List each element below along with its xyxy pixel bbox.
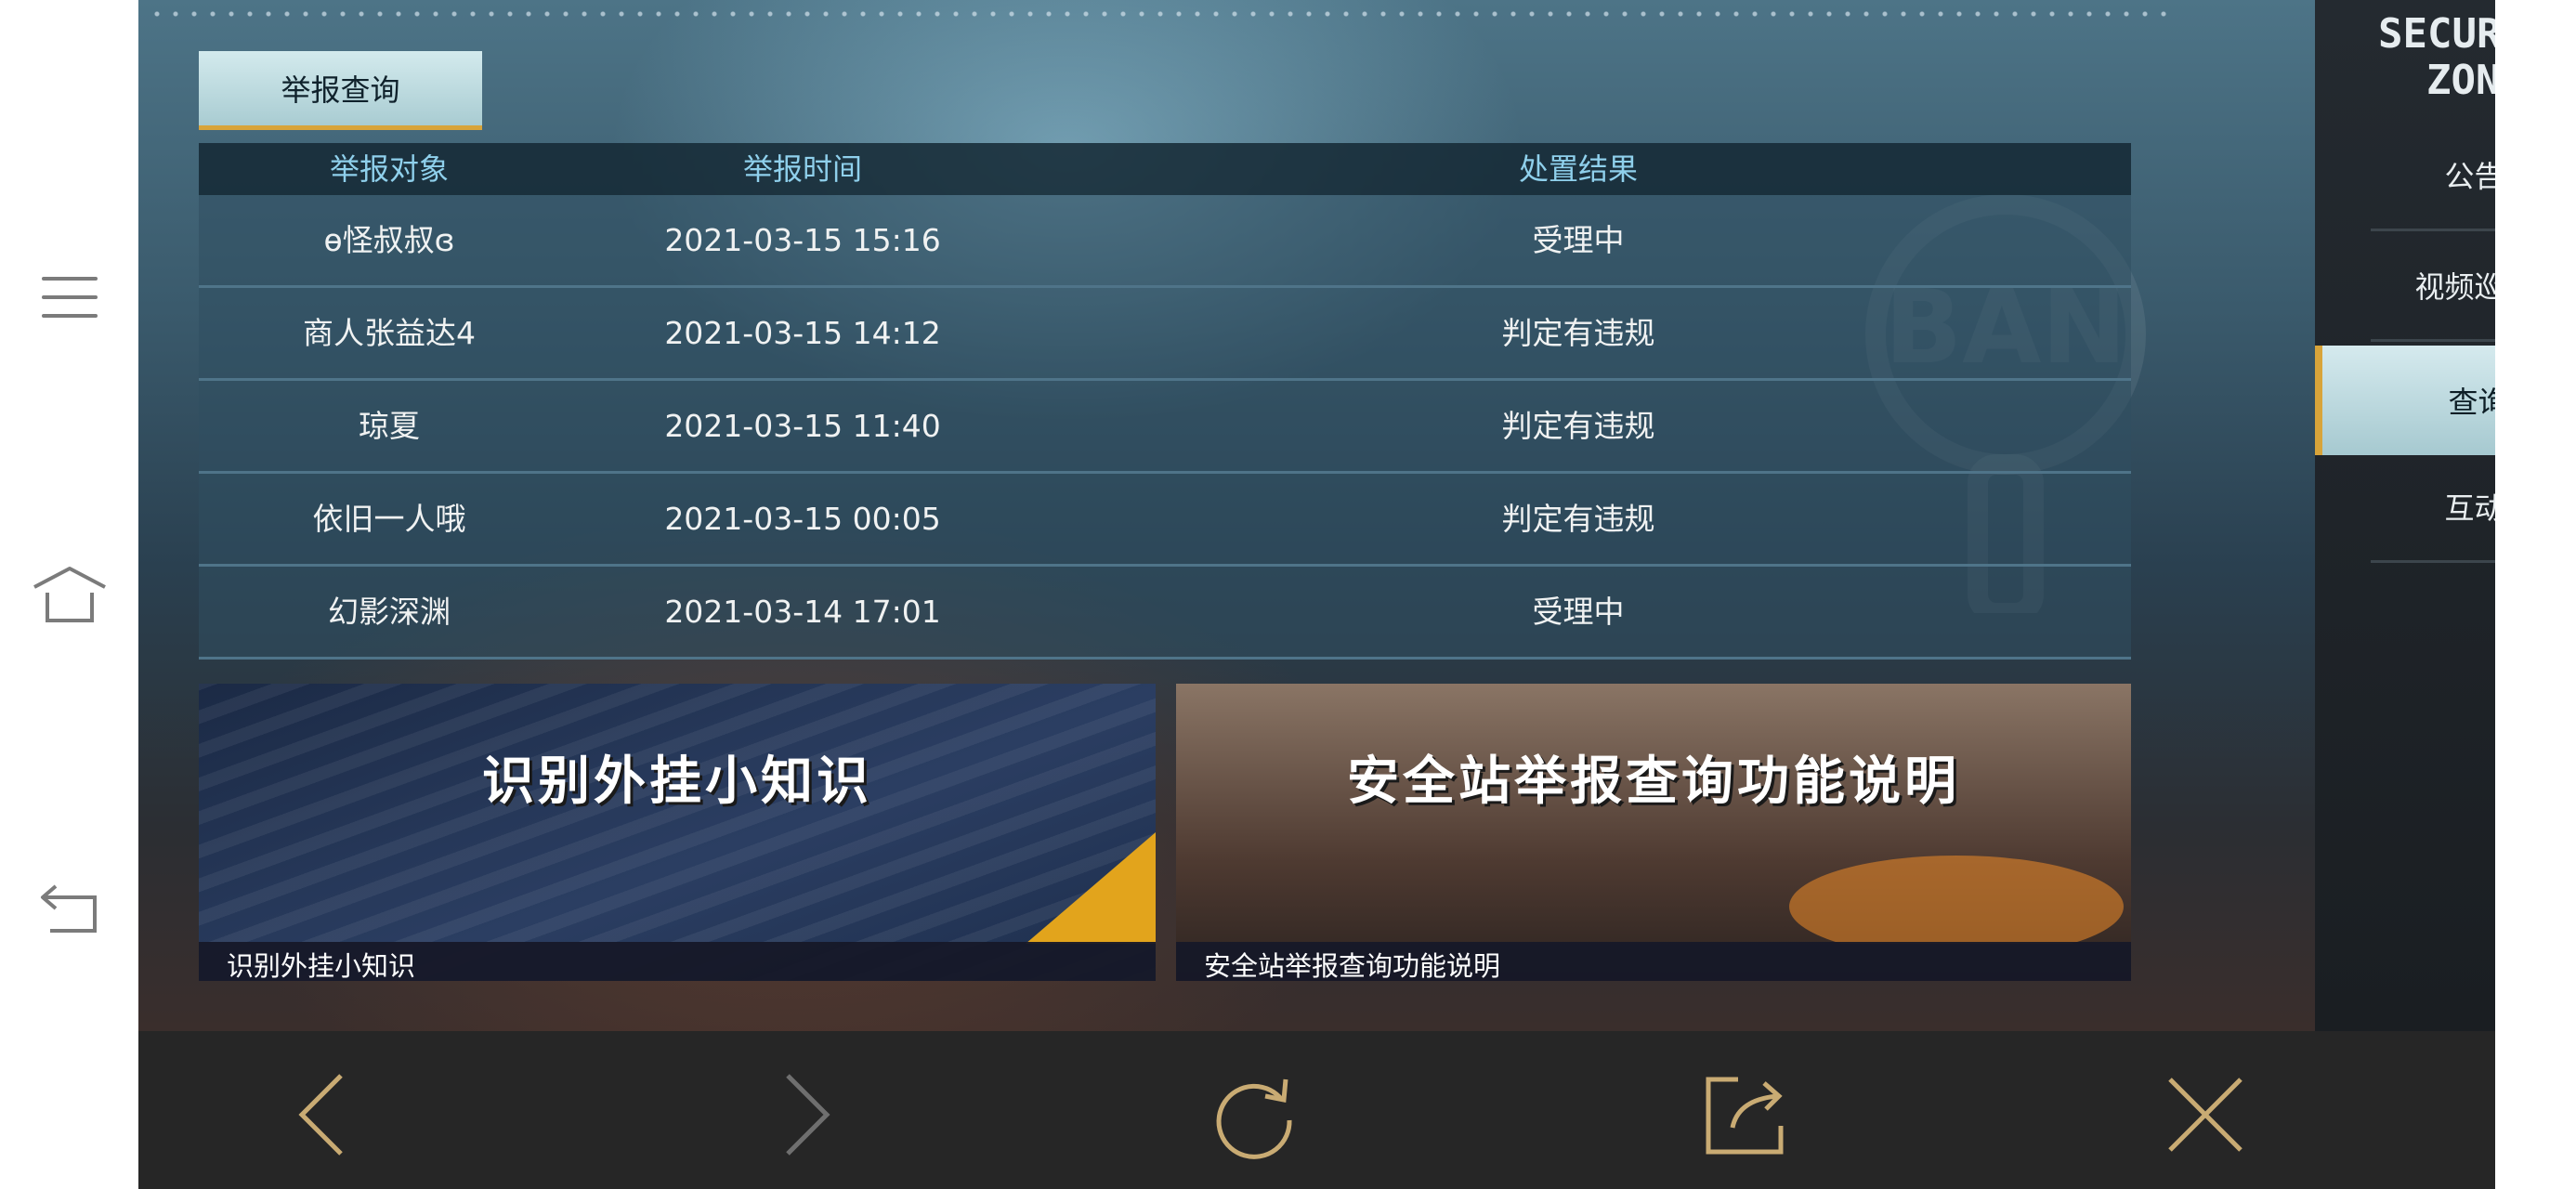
security-zone-page: BAN 举报查询 举报对象 举报时间 处置结果 ɵ怪叔叔ɞ 2021-03-15…	[138, 0, 2495, 1031]
refresh-icon[interactable]	[1203, 1064, 1305, 1166]
screen-edge	[2495, 0, 2576, 1189]
cell-target: 琼夏	[359, 408, 420, 444]
table-row[interactable]: 商人张益达4 2021-03-15 14:12 判定有违规	[199, 288, 2131, 381]
table-row[interactable]: 琼夏 2021-03-15 11:40 判定有违规	[199, 381, 2131, 474]
yellow-stripe-graphic	[1026, 832, 1156, 944]
cell-result: 判定有违规	[1501, 501, 1655, 537]
table-header: 举报对象 举报时间 处置结果	[199, 143, 2131, 195]
cell-target: 商人张益达4	[303, 315, 476, 351]
banner-caption: 识别外挂小知识	[199, 942, 1156, 981]
sidebar-item-interaction[interactable]: 互动	[2371, 452, 2495, 563]
cell-target: ɵ怪叔叔ɞ	[323, 222, 455, 258]
logo-line: SECURITY	[2378, 10, 2495, 58]
cell-target: 幻影深渊	[328, 594, 451, 630]
sidebar-item-query[interactable]: 查询	[2315, 346, 2495, 455]
back-arrow-icon[interactable]	[270, 1064, 373, 1166]
sidebar-item-announcement[interactable]: 公告	[2371, 121, 2495, 231]
forward-arrow-icon[interactable]	[756, 1064, 858, 1166]
banner-headline: 安全站举报查询功能说明	[1347, 751, 1960, 812]
report-table: 举报对象 举报时间 处置结果 ɵ怪叔叔ɞ 2021-03-15 15:16 受理…	[199, 143, 2131, 660]
cell-time: 2021-03-14 17:01	[664, 594, 941, 630]
cell-result: 判定有违规	[1501, 408, 1655, 444]
sidebar: SECURITY ZONE 公告 视频巡查 查询 互动	[2315, 0, 2495, 1031]
banner-cheat-knowledge[interactable]: 识别外挂小知识 识别外挂小知识	[199, 684, 1156, 981]
home-icon[interactable]	[23, 548, 116, 641]
cell-result: 受理中	[1532, 594, 1625, 630]
cell-time: 2021-03-15 15:16	[664, 222, 941, 258]
decorative-border	[148, 7, 2173, 20]
security-zone-logo: SECURITY ZONE	[2378, 11, 2495, 113]
menu-icon[interactable]	[23, 251, 116, 344]
cell-time: 2021-03-15 14:12	[664, 315, 941, 351]
cell-result: 受理中	[1532, 222, 1625, 258]
sidebar-item-video-patrol[interactable]: 视频巡查	[2371, 231, 2495, 342]
share-icon[interactable]	[1696, 1064, 1798, 1166]
close-icon[interactable]	[2154, 1064, 2256, 1166]
tab-report-query[interactable]: 举报查询	[199, 51, 482, 130]
table-row[interactable]: 幻影深渊 2021-03-14 17:01 受理中	[199, 567, 2131, 660]
header-report-time: 举报时间	[742, 151, 862, 187]
system-nav-bar	[0, 0, 138, 1189]
cell-target: 依旧一人哦	[312, 501, 466, 537]
header-report-target: 举报对象	[329, 151, 449, 187]
table-row[interactable]: ɵ怪叔叔ɞ 2021-03-15 15:16 受理中	[199, 195, 2131, 288]
banner-headline: 识别外挂小知识	[482, 751, 872, 812]
cell-time: 2021-03-15 11:40	[664, 408, 941, 444]
back-icon[interactable]	[23, 862, 116, 955]
cell-time: 2021-03-15 00:05	[664, 501, 941, 537]
banner-query-guide[interactable]: 安全站举报查询功能说明 安全站举报查询功能说明	[1176, 684, 2131, 981]
banner-caption: 安全站举报查询功能说明	[1176, 942, 2131, 981]
cell-result: 判定有违规	[1501, 315, 1655, 351]
header-result: 处置结果	[1518, 151, 1638, 187]
logo-line: ZONE	[2426, 57, 2495, 104]
explosion-graphic	[1789, 856, 2124, 944]
table-row[interactable]: 依旧一人哦 2021-03-15 00:05 判定有违规	[199, 474, 2131, 567]
browser-toolbar	[138, 1031, 2495, 1189]
